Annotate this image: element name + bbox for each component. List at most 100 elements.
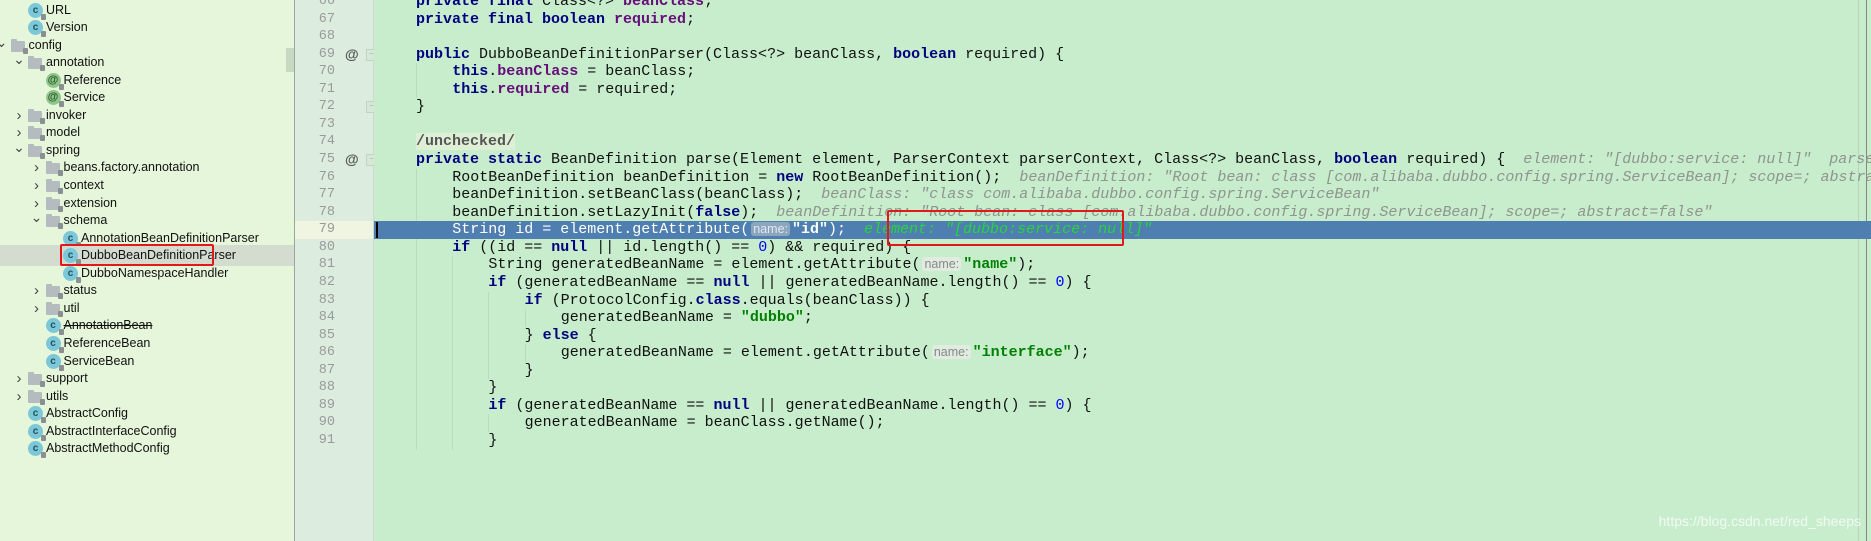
indent-guide xyxy=(488,361,490,380)
code-token: null xyxy=(713,273,759,291)
code-line[interactable]: private final Class<?> beanClass; xyxy=(374,0,1871,11)
gutter-row[interactable]: 85 xyxy=(295,327,373,345)
indent-guide xyxy=(416,203,417,222)
indent-guide xyxy=(416,63,417,81)
code-token: /unchecked/ xyxy=(416,133,516,151)
package-icon xyxy=(28,389,45,405)
code-line[interactable]: } xyxy=(374,362,1871,380)
line-number: 74 xyxy=(318,134,335,150)
line-number: 85 xyxy=(318,327,335,343)
code-line[interactable]: if (generatedBeanName == null || generat… xyxy=(374,397,1871,415)
code-line[interactable]: generatedBeanName = element.getAttribute… xyxy=(374,344,1871,362)
gutter-row[interactable]: 81 xyxy=(295,256,373,274)
code-line[interactable]: generatedBeanName = "dubbo"; xyxy=(374,309,1871,327)
line-number: 81 xyxy=(318,257,335,273)
code-text: if ((id == null || id.length() == 0) && … xyxy=(452,239,911,257)
code-line[interactable]: beanDefinition.setLazyInit(false); beanD… xyxy=(374,204,1871,222)
package-icon xyxy=(28,108,45,124)
indent-guide xyxy=(488,291,490,310)
code-text: } xyxy=(488,379,497,397)
code-line[interactable] xyxy=(374,116,1871,134)
gutter-row[interactable]: 84 xyxy=(295,309,373,327)
code-token: generatedBeanName = element.getAttribute… xyxy=(560,344,930,362)
code-token: ); xyxy=(1017,256,1036,274)
code-editor[interactable]: private final Class<?> beanClass; private… xyxy=(374,0,1871,541)
override-annotation-icon[interactable]: @ xyxy=(345,151,359,169)
gutter-row[interactable]: 86 xyxy=(295,344,373,362)
code-line[interactable]: if ((id == null || id.length() == 0) && … xyxy=(374,239,1871,257)
code-line[interactable]: public DubboBeanDefinitionParser(Class<?… xyxy=(374,46,1871,64)
current-code-line[interactable]: String id = element.getAttribute(name: "i… xyxy=(374,221,1871,239)
gutter-row[interactable]: 73 xyxy=(295,116,373,134)
code-text: RootBeanDefinition beanDefinition = new … xyxy=(452,169,1871,187)
gutter-row[interactable]: 91 xyxy=(295,432,373,450)
code-token: String id = element.getAttribute( xyxy=(452,221,750,239)
line-number: 66 xyxy=(318,0,335,9)
code-token: null xyxy=(713,396,759,414)
code-line[interactable]: RootBeanDefinition beanDefinition = new … xyxy=(374,169,1871,187)
code-token: { xyxy=(587,326,597,344)
code-line[interactable]: private final boolean required; xyxy=(374,11,1871,29)
code-line[interactable]: if (ProtocolConfig.class.equals(beanClas… xyxy=(374,292,1871,310)
annotation-icon: @ xyxy=(45,72,64,90)
gutter-row[interactable]: 78 xyxy=(295,204,373,222)
gutter-row[interactable]: 68 xyxy=(295,28,373,46)
indent-guide xyxy=(452,256,454,274)
gutter-row[interactable]: 83 xyxy=(295,292,373,310)
code-line[interactable]: } xyxy=(374,432,1871,450)
sidebar-scrollbar[interactable] xyxy=(286,48,294,72)
gutter-row[interactable]: 87 xyxy=(295,362,373,380)
code-line[interactable] xyxy=(374,28,1871,46)
code-line[interactable]: } xyxy=(374,98,1871,116)
gutter-row[interactable]: 88 xyxy=(295,379,373,397)
line-number: 89 xyxy=(318,397,335,413)
code-token: } xyxy=(488,379,498,397)
code-line[interactable]: } else { xyxy=(374,327,1871,345)
gutter-row[interactable]: 89 xyxy=(295,397,373,415)
code-token: ) { xyxy=(1064,273,1092,291)
code-token: beanDefinition.setLazyInit( xyxy=(452,203,696,221)
code-line[interactable]: private static BeanDefinition parse(Elem… xyxy=(374,151,1871,169)
override-annotation-icon[interactable]: @ xyxy=(345,46,359,64)
code-line[interactable]: beanDefinition.setBeanClass(beanClass); … xyxy=(374,186,1871,204)
code-line[interactable]: } xyxy=(374,379,1871,397)
code-line[interactable]: this.required = required; xyxy=(374,81,1871,99)
gutter-row[interactable]: 70 xyxy=(295,63,373,81)
indent-guide xyxy=(416,396,417,415)
gutter-row[interactable]: 66 xyxy=(295,0,373,11)
code-token: "id" xyxy=(792,221,829,239)
gutter-row[interactable]: 82 xyxy=(295,274,373,292)
line-number: 90 xyxy=(318,415,335,431)
gutter-row[interactable]: 75 @ − xyxy=(295,151,377,169)
indent-guide xyxy=(524,309,526,327)
gutter-row[interactable]: 79 xyxy=(295,221,373,239)
code-token: (ProtocolConfig. xyxy=(551,291,696,309)
gutter-row[interactable]: 67 xyxy=(295,11,373,29)
abstract-class-icon: c xyxy=(28,406,46,424)
code-token: required) { xyxy=(965,45,1065,63)
code-line[interactable]: generatedBeanName = beanClass.getName(); xyxy=(374,414,1871,432)
code-line[interactable]: /unchecked/ xyxy=(374,133,1871,151)
code-token: . xyxy=(488,80,498,98)
package-icon xyxy=(45,214,63,230)
gutter-row[interactable]: 80 xyxy=(295,239,373,257)
code-token: this xyxy=(452,63,489,81)
tree-item[interactable]: c AbstractMethodConfig xyxy=(0,438,294,459)
code-text: generatedBeanName = beanClass.getName(); xyxy=(525,414,885,432)
code-line[interactable]: if (generatedBeanName == null || generat… xyxy=(374,274,1871,292)
gutter-row[interactable]: 77 xyxy=(295,186,373,204)
gutter-row[interactable]: 90 xyxy=(295,414,373,432)
package-icon xyxy=(45,196,63,212)
line-number: 76 xyxy=(318,169,335,185)
code-line[interactable]: this.beanClass = beanClass; xyxy=(374,63,1871,81)
gutter-row[interactable]: 69 @ − xyxy=(295,46,377,64)
gutter-row[interactable]: 74 xyxy=(295,133,373,151)
gutter-row[interactable]: 76 xyxy=(295,169,373,187)
line-number: 83 xyxy=(318,292,335,308)
indent-guide xyxy=(452,309,454,327)
code-line[interactable]: String generatedBeanName = element.getAt… xyxy=(374,256,1871,274)
gutter-row[interactable]: 71 xyxy=(295,81,373,99)
gutter-row[interactable]: 72− xyxy=(295,98,377,116)
code-token: String generatedBeanName = element.getAt… xyxy=(488,256,921,274)
code-text: String generatedBeanName = element.getAt… xyxy=(488,256,1035,274)
